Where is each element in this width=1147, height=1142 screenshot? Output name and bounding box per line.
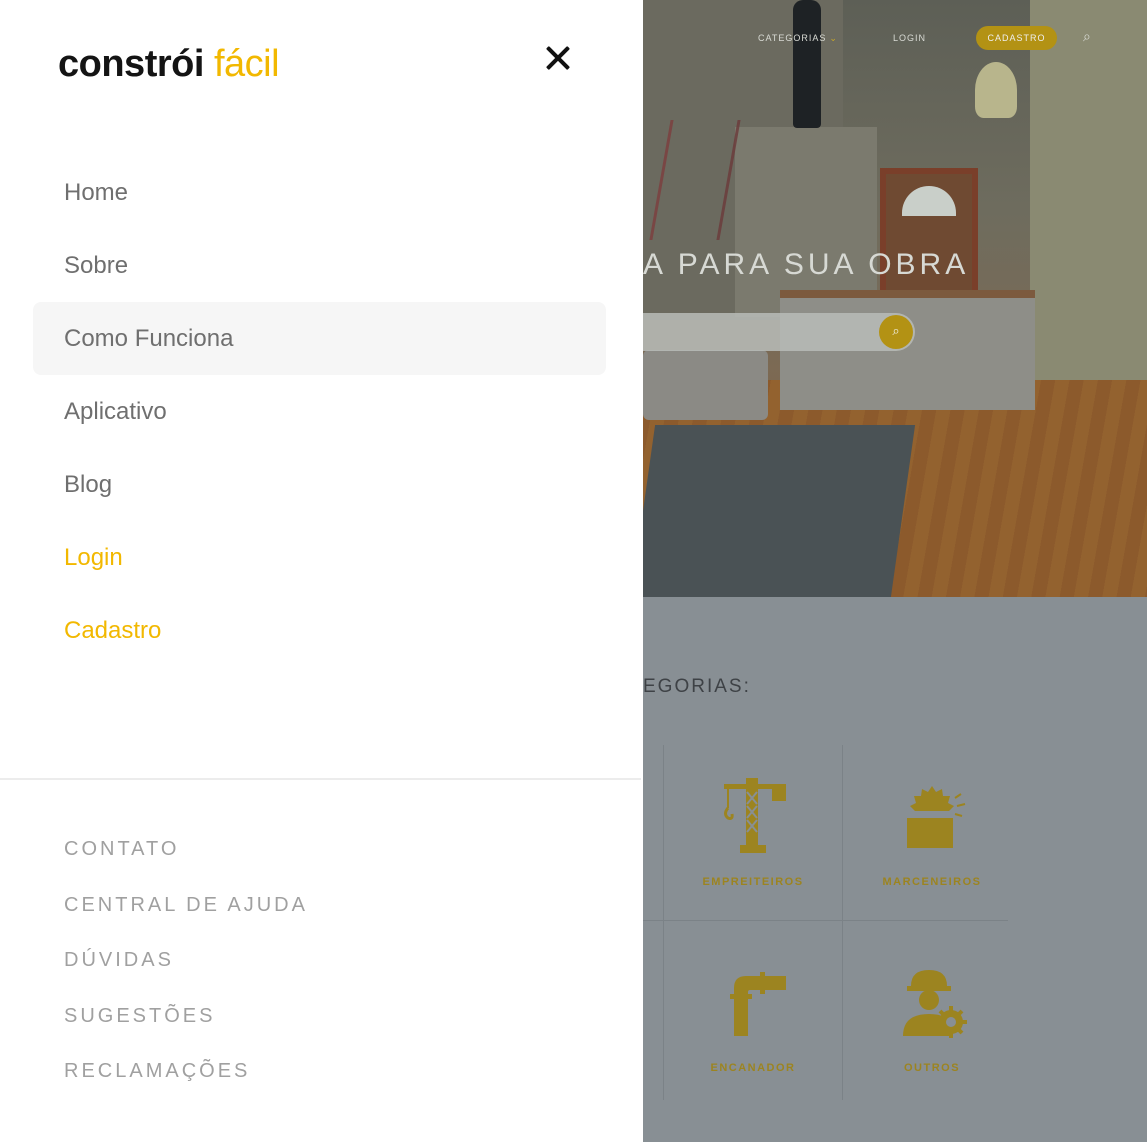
logo[interactable]: constrói fácil <box>58 40 280 88</box>
category-marceneiros[interactable]: MARCENEIROS <box>843 778 1021 888</box>
menu-item-sobre[interactable]: Sobre <box>33 229 606 302</box>
footer-link-contato[interactable]: CONTATO <box>64 822 308 878</box>
footer-link-duvidas[interactable]: DÚVIDAS <box>64 933 308 989</box>
category-outros[interactable]: OUTROS <box>843 964 1021 1074</box>
category-encanador[interactable]: ENCANADOR <box>664 964 842 1074</box>
hero-rug <box>630 425 916 597</box>
hero-search-button[interactable]: ⌕ <box>879 315 913 349</box>
menu-item-blog[interactable]: Blog <box>33 448 606 521</box>
drawer-divider <box>0 778 641 780</box>
drawer-footer-links: CONTATO CENTRAL DE AJUDA DÚVIDAS SUGESTÕ… <box>64 822 308 1100</box>
drawer-menu: Home Sobre Como Funciona Aplicativo Blog… <box>33 156 606 667</box>
logo-part-1: constrói <box>58 43 204 85</box>
category-label: MARCENEIROS <box>882 876 982 888</box>
nav-categorias[interactable]: CATEGORIAS ⌄ <box>758 26 838 50</box>
menu-item-home[interactable]: Home <box>33 156 606 229</box>
grid-divider <box>643 920 1008 921</box>
close-icon[interactable] <box>540 40 576 76</box>
menu-item-aplicativo[interactable]: Aplicativo <box>33 375 606 448</box>
category-label: ENCANADOR <box>710 1062 796 1074</box>
footer-link-sugestoes[interactable]: SUGESTÕES <box>64 989 308 1045</box>
menu-item-cadastro[interactable]: Cadastro <box>33 594 606 667</box>
hero-title: A PARA SUA OBRA <box>643 248 970 281</box>
hero-chair <box>643 350 768 420</box>
hero-vase <box>793 0 821 128</box>
hero-wall-right <box>1030 0 1147 420</box>
nav-categorias-label: CATEGORIAS <box>758 33 827 43</box>
chevron-down-icon: ⌄ <box>829 33 838 43</box>
logo-part-2: fácil <box>213 43 280 85</box>
category-label: EMPREITEIROS <box>702 876 804 888</box>
nav-login[interactable]: LOGIN <box>893 26 926 50</box>
menu-item-login[interactable]: Login <box>33 521 606 594</box>
search-icon[interactable]: ⌕ <box>1083 29 1091 45</box>
menu-item-como-funciona[interactable]: Como Funciona <box>33 302 606 375</box>
hero-search-input[interactable] <box>643 313 915 351</box>
hero-lamp <box>975 62 1017 118</box>
hero-cabinet <box>735 127 877 317</box>
footer-link-central-de-ajuda[interactable]: CENTRAL DE AJUDA <box>64 878 308 934</box>
nav-cadastro-button[interactable]: CADASTRO <box>976 26 1057 50</box>
pipe-icon <box>730 972 786 1036</box>
worker-gear-icon <box>903 970 967 1038</box>
footer-link-reclamacoes[interactable]: RECLAMAÇÕES <box>64 1044 308 1100</box>
search-icon: ⌕ <box>892 324 900 339</box>
saw-icon <box>907 786 966 848</box>
category-empreiteiros[interactable]: EMPREITEIROS <box>664 778 842 888</box>
navigation-drawer: constrói fácil Home Sobre Como Funciona … <box>0 0 643 1142</box>
categories-title: EGORIAS: <box>643 676 751 697</box>
crane-icon <box>724 778 786 853</box>
category-label: OUTROS <box>903 1062 961 1074</box>
